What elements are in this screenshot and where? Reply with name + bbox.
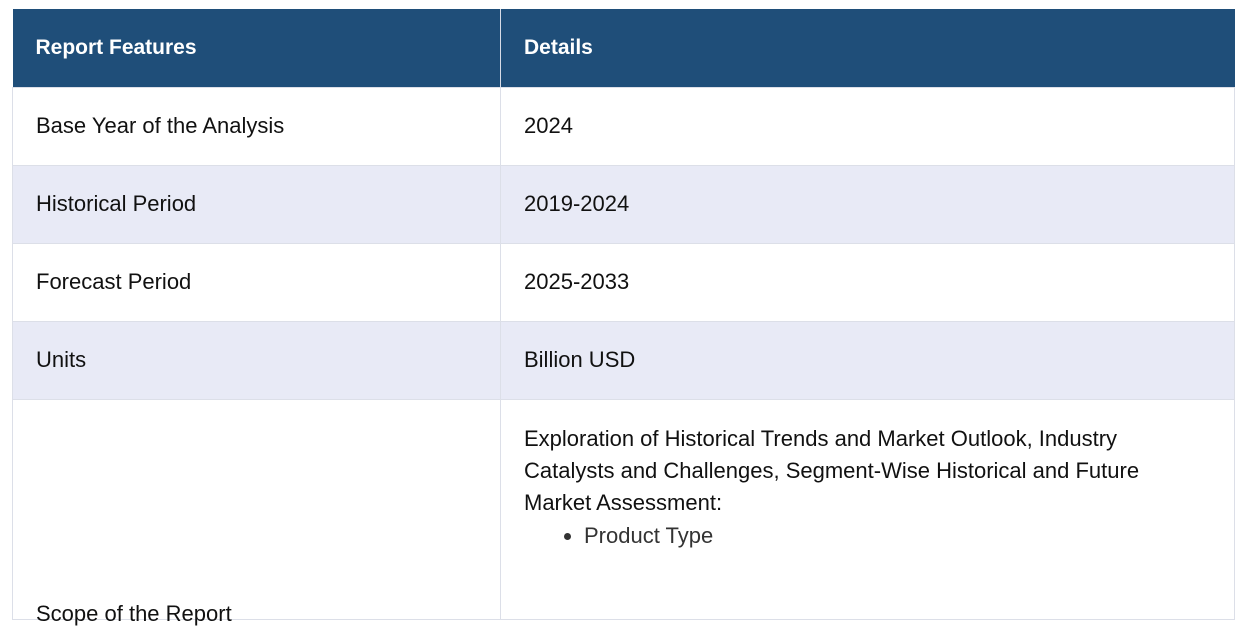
table-row: Forecast Period 2025-2033: [12, 242, 1235, 322]
scope-item-list: Product Type: [524, 519, 1204, 553]
row-feature-scope: Scope of the Report: [12, 398, 501, 626]
row-details: 2024: [500, 86, 1235, 166]
header-report-features: Report Features: [12, 9, 501, 87]
report-features-table-container: Report Features Details Base Year of the…: [12, 9, 1235, 626]
report-features-table: Report Features Details Base Year of the…: [12, 9, 1235, 626]
scope-description: Exploration of Historical Trends and Mar…: [524, 425, 1140, 515]
table-header-row: Report Features Details: [12, 9, 1235, 87]
table-row: Units Billion USD: [12, 320, 1235, 400]
table-row: Historical Period 2019-2024: [12, 164, 1235, 244]
row-feature: Historical Period: [12, 164, 501, 244]
table-row: Base Year of the Analysis 2024: [12, 86, 1235, 166]
row-feature: Base Year of the Analysis: [12, 86, 501, 166]
table-row-scope: Scope of the Report Exploration of Histo…: [12, 398, 1235, 626]
row-details: Billion USD: [500, 320, 1235, 400]
row-details: 2025-2033: [500, 242, 1235, 322]
row-feature: Forecast Period: [12, 242, 501, 322]
header-details: Details: [500, 9, 1235, 87]
list-item: Product Type: [584, 519, 1204, 553]
row-details: 2019-2024: [500, 164, 1235, 244]
scope-label-text: Scope of the Report: [36, 600, 232, 626]
row-details-scope: Exploration of Historical Trends and Mar…: [500, 398, 1235, 620]
row-feature: Units: [12, 320, 501, 400]
